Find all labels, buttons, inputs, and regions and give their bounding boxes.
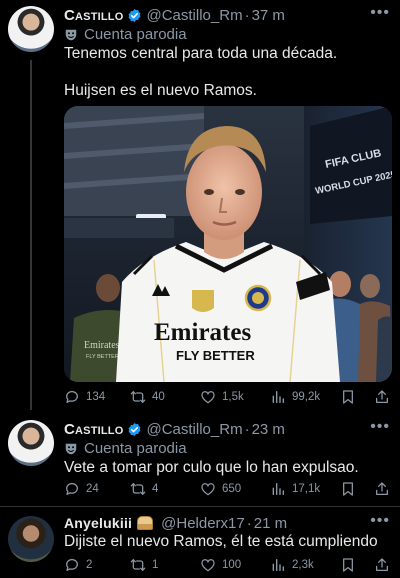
tweet-media-image[interactable]: FIFA CLUB WORLD CUP 2025 Emirates FLY BE… [64,106,392,382]
share-icon [374,389,390,405]
reply-button[interactable]: 2 [64,554,92,576]
share-button[interactable] [374,386,390,408]
reply-icon [64,481,80,497]
tweet-text-line: Vete a tomar por culo que lo han expulsa… [64,459,359,476]
parody-mask-icon [64,442,78,456]
bread-emoji-icon [137,516,154,530]
tweet-text-line: Huijsen es el nuevo Ramos. [64,82,257,99]
tweet-2[interactable]: Castillo @Castillo_Rm · 23 m ••• Cuenta … [0,418,400,502]
display-name[interactable]: Castillo [64,421,123,438]
share-icon [374,557,390,573]
shirt-sponsor-text: Emirates [154,319,251,346]
views-button[interactable]: 17,1k [270,478,320,500]
player-photo: FIFA CLUB WORLD CUP 2025 Emirates FLY BE… [64,106,392,382]
reply-count: 134 [86,391,106,403]
parody-text: Cuenta parodia [84,440,187,457]
timestamp[interactable]: 23 m [252,421,285,438]
retweet-button[interactable]: 4 [130,478,158,500]
reply-button[interactable]: 134 [64,386,105,408]
bg-shirt-text: Emirates [84,340,120,351]
reply-icon [64,557,80,573]
retweet-count: 4 [152,483,159,495]
more-icon[interactable]: ••• [370,418,390,436]
tweet-divider [0,506,400,507]
like-count: 1,5k [222,391,244,403]
reply-count: 2 [86,559,93,571]
separator-dot: · [246,514,252,532]
tweet-text-line: Tenemos central para toda una década. [64,45,338,62]
bookmark-icon [340,557,356,573]
parody-mask-icon [64,28,78,42]
avatar[interactable] [8,420,54,466]
thread-line [30,60,32,410]
retweet-icon [130,389,146,405]
parody-text: Cuenta parodia [84,26,187,43]
views-count: 2,3k [292,559,314,571]
share-button[interactable] [374,554,390,576]
shirt-sponsor-text: FLY BETTER [176,348,255,363]
avatar[interactable] [8,516,54,562]
heart-icon [200,389,216,405]
like-button[interactable]: 650 [200,478,241,500]
tweet-actions: 2 1 100 2,3k [64,554,400,576]
tweet-header: Castillo @Castillo_Rm · 23 m [64,418,400,440]
retweet-count: 40 [152,391,165,403]
verified-badge-icon [127,422,142,437]
bookmark-button[interactable] [340,554,356,576]
views-button[interactable]: 2,3k [270,554,314,576]
tweet-header: Castillo @Castillo_Rm · 37 m [64,4,400,26]
parody-label: Cuenta parodia [64,26,187,43]
heart-icon [200,481,216,497]
heart-icon [200,557,216,573]
tweet-header: Anyelukiii @Helderx17 · 21 m [64,512,400,534]
reply-icon [64,389,80,405]
avatar[interactable] [8,6,54,52]
bookmark-icon [340,481,356,497]
tweet-actions: 134 40 1,5k 99,2k [64,386,400,408]
more-icon[interactable]: ••• [370,512,390,530]
verified-badge-icon [127,8,142,23]
bookmark-icon [340,389,356,405]
bookmark-button[interactable] [340,386,356,408]
like-button[interactable]: 1,5k [200,386,244,408]
like-button[interactable]: 100 [200,554,241,576]
user-handle[interactable]: @Castillo_Rm [146,421,242,438]
timestamp[interactable]: 37 m [252,7,285,24]
tweet-text-line: Dijiste el nuevo Ramos, él te está cumpl… [64,533,378,550]
views-button[interactable]: 99,2k [270,386,320,408]
user-handle[interactable]: @Castillo_Rm [146,7,242,24]
retweet-icon [130,557,146,573]
tweet-3[interactable]: Anyelukiii @Helderx17 · 21 m ••• Dijiste… [0,512,400,578]
reply-count: 24 [86,483,99,495]
retweet-icon [130,481,146,497]
display-name[interactable]: Castillo [64,7,123,24]
retweet-count: 1 [152,559,159,571]
share-button[interactable] [374,478,390,500]
separator-dot: · [244,420,250,438]
share-icon [374,481,390,497]
like-count: 650 [222,483,242,495]
more-icon[interactable]: ••• [370,4,390,22]
views-count: 17,1k [292,483,321,495]
views-icon [270,481,286,497]
user-handle[interactable]: @Helderx17 [161,515,245,532]
retweet-button[interactable]: 1 [130,554,158,576]
parody-label: Cuenta parodia [64,440,187,457]
bg-shirt-text: FLY BETTER [86,354,119,360]
tweet-actions: 24 4 650 17,1k [64,478,400,500]
separator-dot: · [244,6,250,24]
bookmark-button[interactable] [340,478,356,500]
like-count: 100 [222,559,242,571]
views-icon [270,389,286,405]
display-name[interactable]: Anyelukiii [64,515,132,531]
tweet-1[interactable]: Castillo @Castillo_Rm · 37 m ••• Cuenta … [0,4,400,410]
views-icon [270,557,286,573]
retweet-button[interactable]: 40 [130,386,165,408]
timestamp[interactable]: 21 m [254,515,287,532]
views-count: 99,2k [292,391,321,403]
reply-button[interactable]: 24 [64,478,99,500]
